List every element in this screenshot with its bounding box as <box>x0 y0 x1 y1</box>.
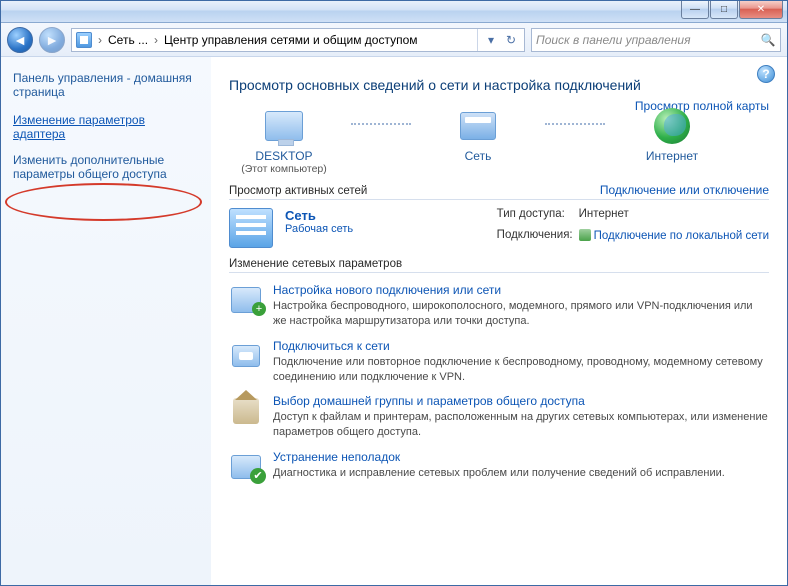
back-button[interactable]: ◄ <box>7 27 33 53</box>
task-new-connection: Настройка нового подключения или сети На… <box>229 283 769 329</box>
network-icon <box>76 32 92 48</box>
server-icon <box>229 208 273 248</box>
task-homegroup: Выбор домашней группы и параметров общег… <box>229 394 769 440</box>
access-type-label: Тип доступа: <box>497 208 573 227</box>
desktop-sublabel: (Этот компьютер) <box>229 163 339 175</box>
search-placeholder: Поиск в панели управления <box>536 33 691 47</box>
map-connector <box>545 123 605 143</box>
titlebar[interactable]: — □ ✕ <box>1 1 787 23</box>
breadcrumb-sep: › <box>152 33 160 47</box>
map-node-network: Сеть <box>423 105 533 163</box>
task-connect: Подключиться к сети Подключение или повт… <box>229 339 769 385</box>
troubleshoot-icon <box>231 455 261 479</box>
network-properties: Тип доступа: Интернет Подключения: Подкл… <box>497 208 769 248</box>
troubleshoot-desc: Диагностика и исправление сетевых пробле… <box>273 466 725 481</box>
forward-button[interactable]: ► <box>39 27 65 53</box>
change-settings-heading: Изменение сетевых параметров <box>229 258 769 273</box>
new-connection-link[interactable]: Настройка нового подключения или сети <box>273 283 769 297</box>
active-network-row: Сеть Рабочая сеть Тип доступа: Интернет … <box>229 208 769 248</box>
window-frame: — □ ✕ ◄ ► › Сеть ... › Центр управления … <box>0 0 788 586</box>
connect-disconnect-link[interactable]: Подключение или отключение <box>600 183 769 197</box>
breadcrumb-sep: › <box>96 33 104 47</box>
connect-link[interactable]: Подключиться к сети <box>273 339 769 353</box>
homegroup-link[interactable]: Выбор домашней группы и параметров общег… <box>273 394 769 408</box>
control-panel-home-link[interactable]: Панель управления - домашняя страница <box>13 71 199 99</box>
new-connection-icon <box>231 287 261 313</box>
sidebar: Панель управления - домашняя страница Из… <box>1 57 211 585</box>
change-adapter-settings-link[interactable]: Изменение параметров адаптера <box>13 113 199 141</box>
router-icon <box>460 112 496 140</box>
main-panel: ? Просмотр основных сведений о сети и на… <box>211 57 787 585</box>
view-full-map-link[interactable]: Просмотр полной карты <box>635 99 769 113</box>
desktop-icon <box>265 111 303 141</box>
breadcrumb-segment-center[interactable]: Центр управления сетями и общим доступом <box>164 33 418 47</box>
map-connector <box>351 123 411 143</box>
network-type-link[interactable]: Рабочая сеть <box>285 223 353 235</box>
network-label: Сеть <box>423 149 533 163</box>
search-input[interactable]: Поиск в панели управления 🔍 <box>531 28 781 52</box>
nic-icon <box>579 229 591 241</box>
connect-desc: Подключение или повторное подключение к … <box>273 355 769 385</box>
change-sharing-settings-link[interactable]: Изменить дополнительные параметры общего… <box>13 153 199 181</box>
new-connection-desc: Настройка беспроводного, широкополосного… <box>273 299 769 329</box>
troubleshoot-link[interactable]: Устранение неполадок <box>273 450 725 464</box>
map-node-desktop: DESKTOP (Этот компьютер) <box>229 105 339 175</box>
refresh-button[interactable]: ↻ <box>502 31 520 49</box>
homegroup-icon <box>233 398 259 424</box>
search-icon: 🔍 <box>760 32 776 48</box>
globe-icon <box>654 108 690 144</box>
connect-icon <box>232 345 260 367</box>
active-networks-heading: Просмотр активных сетей Подключение или … <box>229 185 769 200</box>
network-name: Сеть <box>285 208 353 223</box>
network-map: DESKTOP (Этот компьютер) Сеть Интернет <box>229 105 769 175</box>
navbar: ◄ ► › Сеть ... › Центр управления сетями… <box>1 23 787 57</box>
desktop-name: DESKTOP <box>229 149 339 163</box>
connections-label: Подключения: <box>497 229 573 249</box>
task-troubleshoot: Устранение неполадок Диагностика и испра… <box>229 450 769 484</box>
annotation-oval <box>5 183 202 221</box>
breadcrumb-dropdown[interactable]: ▾ <box>482 31 500 49</box>
homegroup-desc: Доступ к файлам и принтерам, расположенн… <box>273 410 769 440</box>
map-node-internet: Интернет <box>617 105 727 163</box>
internet-label: Интернет <box>617 149 727 163</box>
help-icon[interactable]: ? <box>757 65 775 83</box>
maximize-button[interactable]: □ <box>710 1 738 19</box>
access-type-value: Интернет <box>579 208 769 227</box>
page-title: Просмотр основных сведений о сети и наст… <box>229 77 769 93</box>
close-button[interactable]: ✕ <box>739 1 783 19</box>
minimize-button[interactable]: — <box>681 1 709 19</box>
breadcrumb[interactable]: › Сеть ... › Центр управления сетями и о… <box>71 28 525 52</box>
breadcrumb-segment-network[interactable]: Сеть ... <box>108 33 148 47</box>
lan-connection-link[interactable]: Подключение по локальной сети <box>594 230 769 242</box>
